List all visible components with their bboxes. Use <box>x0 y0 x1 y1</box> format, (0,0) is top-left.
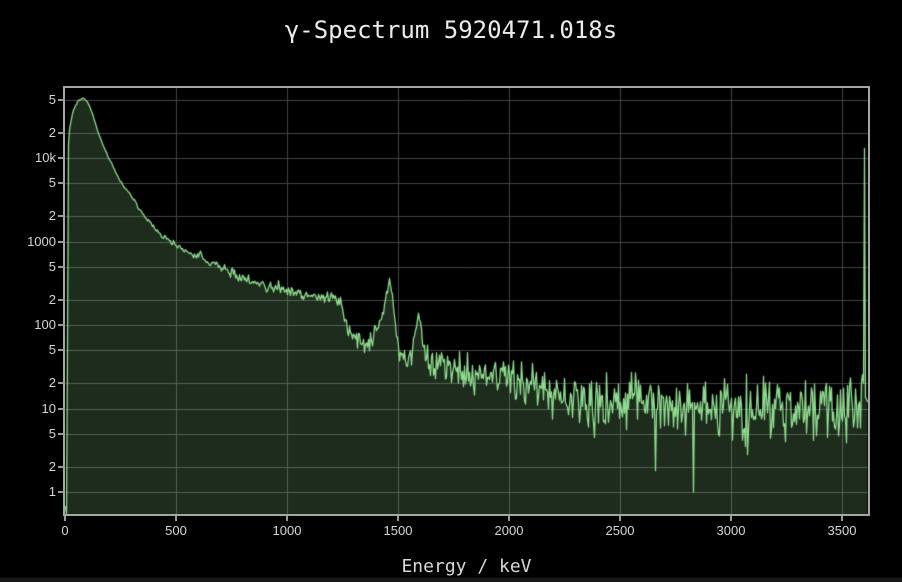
y-tick-mark <box>58 466 65 468</box>
y-tick-label: 100 <box>0 317 56 333</box>
y-tick-mark <box>58 132 65 134</box>
window-bottom-edge <box>0 577 902 582</box>
x-tick-label: 0 <box>43 523 87 539</box>
x-tick-label: 3500 <box>820 523 864 539</box>
y-tick-label: 1000 <box>0 234 56 250</box>
x-tick-label: 3000 <box>709 523 753 539</box>
y-tick-label: 10 <box>0 401 56 417</box>
y-tick-label: 5 <box>0 175 56 191</box>
y-tick-label: 5 <box>0 92 56 108</box>
x-tick-label: 1500 <box>376 523 420 539</box>
y-tick-mark <box>58 433 65 435</box>
x-tick-mark <box>397 516 399 521</box>
y-tick-mark <box>58 382 65 384</box>
y-tick-label: 2 <box>0 375 56 391</box>
x-tick-mark <box>619 516 621 521</box>
x-tick-mark <box>175 516 177 521</box>
x-tick-mark <box>64 516 66 521</box>
spectrum-plot-canvas[interactable] <box>65 88 868 514</box>
y-tick-mark <box>58 266 65 268</box>
y-tick-mark <box>58 408 65 410</box>
y-tick-mark <box>58 324 65 326</box>
x-tick-label: 2500 <box>598 523 642 539</box>
x-tick-label: 500 <box>154 523 198 539</box>
x-tick-mark <box>841 516 843 521</box>
x-axis-title: Energy / keV <box>65 556 868 577</box>
y-tick-mark <box>58 491 65 493</box>
y-tick-label: 5 <box>0 259 56 275</box>
y-tick-label: 2 <box>0 459 56 475</box>
y-tick-mark <box>58 215 65 217</box>
y-tick-mark <box>58 349 65 351</box>
y-tick-label: 2 <box>0 125 56 141</box>
y-tick-label: 10k <box>0 150 56 166</box>
y-tick-mark <box>58 182 65 184</box>
y-tick-mark <box>58 241 65 243</box>
spectrum-window: γ-Spectrum 5920471.018s Events / 6940912… <box>0 0 902 582</box>
y-tick-label: 1 <box>0 484 56 500</box>
x-tick-mark <box>508 516 510 521</box>
y-tick-label: 2 <box>0 292 56 308</box>
x-tick-label: 2000 <box>487 523 531 539</box>
y-tick-mark <box>58 299 65 301</box>
y-tick-label: 5 <box>0 342 56 358</box>
chart-title: γ-Spectrum 5920471.018s <box>0 16 902 44</box>
y-tick-label: 5 <box>0 426 56 442</box>
y-tick-mark <box>58 157 65 159</box>
x-tick-mark <box>286 516 288 521</box>
y-tick-label: 2 <box>0 208 56 224</box>
x-tick-mark <box>730 516 732 521</box>
x-tick-label: 1000 <box>265 523 309 539</box>
y-tick-mark <box>58 99 65 101</box>
